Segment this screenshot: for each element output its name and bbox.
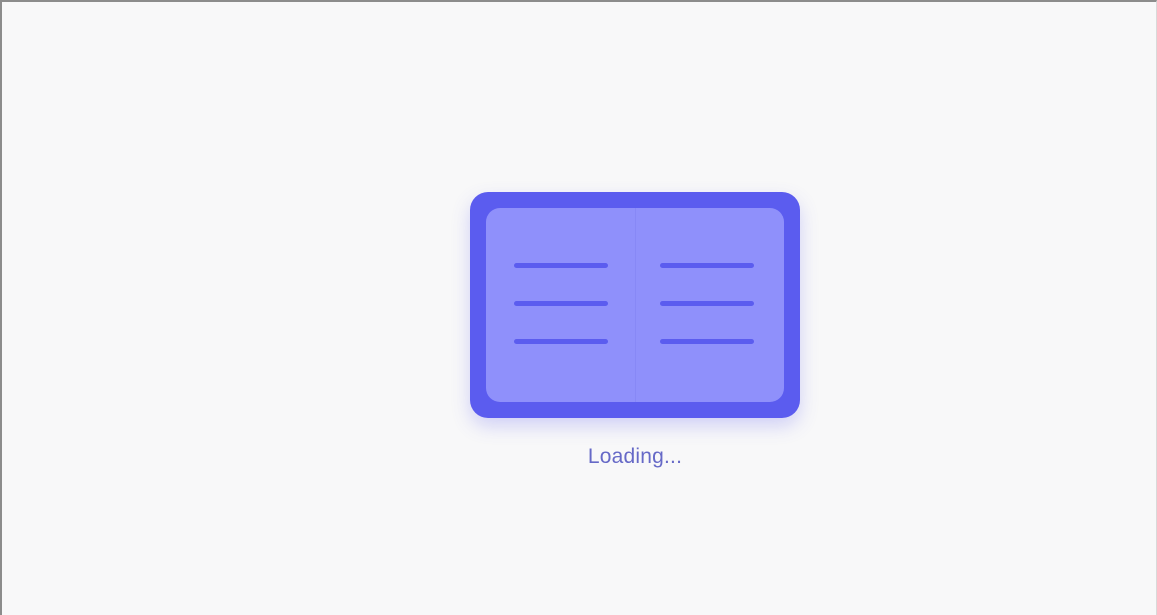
- book-pages: [486, 208, 784, 402]
- text-line: [514, 339, 608, 344]
- open-book-icon: [470, 192, 800, 418]
- book-left-page: [486, 208, 635, 402]
- loading-indicator: [470, 192, 800, 418]
- text-line: [514, 263, 608, 268]
- text-line: [660, 263, 754, 268]
- loading-status-text: Loading...: [587, 445, 683, 468]
- app-window: Loading...: [0, 0, 1157, 615]
- text-line: [514, 301, 608, 306]
- text-line: [660, 301, 754, 306]
- text-line: [660, 339, 754, 344]
- book-right-page: [635, 208, 784, 402]
